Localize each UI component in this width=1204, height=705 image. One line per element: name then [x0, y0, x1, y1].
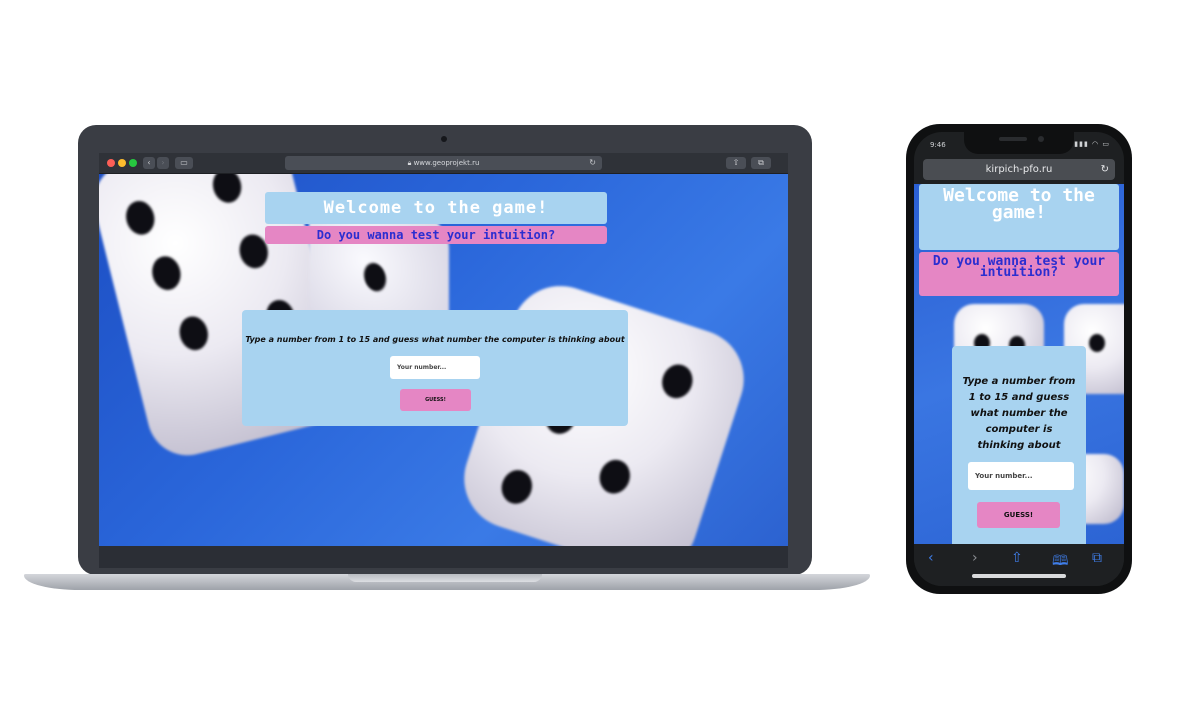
reload-icon[interactable]: ↻ — [589, 156, 596, 170]
maximize-window-button[interactable] — [129, 159, 137, 167]
chevron-right-icon[interactable]: › — [157, 157, 169, 169]
game-prompt: Type a number from 1 to 15 and guess wha… — [245, 335, 625, 344]
game-card: Type a number from 1 to 15 and guess wha… — [242, 310, 628, 426]
laptop-camera — [441, 136, 447, 142]
safari-toolbar: ‹ › ▭ 🔒︎ www.geoprojekt.ru ↻ ⇧ ⧉ — [99, 153, 788, 174]
laptop-bezel-bottom — [99, 546, 788, 568]
page-subtitle: Do you wanna test your intuition? — [265, 226, 607, 244]
home-indicator[interactable] — [972, 574, 1066, 578]
page-subtitle: Do you wanna test your intuition? — [919, 252, 1119, 296]
number-input[interactable] — [968, 462, 1074, 490]
game-prompt: Type a number from 1 to 15 and guess wha… — [962, 376, 1076, 451]
guess-button[interactable]: GUESS! — [977, 502, 1060, 528]
address-bar[interactable]: kirpich-pfo.ru ↻ — [923, 159, 1115, 180]
bookmarks-icon[interactable]: 🕮︎ — [1052, 550, 1069, 574]
safari-bottom-toolbar: ‹ › ⇧ 🕮︎ ⧉ — [914, 544, 1124, 586]
number-input[interactable] — [390, 356, 480, 379]
phone-speaker — [999, 137, 1027, 141]
game-card: Type a number from 1 to 15 and guess wha… — [952, 346, 1086, 544]
laptop-screen: ‹ › ▭ 🔒︎ www.geoprojekt.ru ↻ ⇧ ⧉ Welcome… — [99, 153, 788, 546]
guess-button[interactable]: GUESS! — [400, 389, 471, 411]
tabs-icon[interactable]: ⧉ — [751, 157, 771, 169]
chevron-left-icon[interactable]: ‹ — [928, 550, 934, 566]
phone-notch — [964, 132, 1074, 154]
chevron-right-icon[interactable]: › — [972, 550, 978, 566]
address-bar-url: kirpich-pfo.ru — [985, 164, 1053, 175]
share-icon[interactable]: ⇧ — [726, 157, 746, 169]
phone-camera — [1038, 136, 1044, 142]
game-page: Welcome to the game! Do you wanna test y… — [914, 184, 1124, 544]
chevron-left-icon[interactable]: ‹ — [143, 157, 155, 169]
phone-screen: 9:46 ▮▮▮ ◠ ▭ kirpich-pfo.ru ↻ Welcome to… — [914, 132, 1124, 586]
reload-icon[interactable]: ↻ — [1101, 159, 1109, 180]
sidebar-icon[interactable]: ▭ — [175, 157, 193, 169]
share-icon[interactable]: ⇧ — [1011, 550, 1023, 566]
tabs-icon[interactable]: ⧉ — [1092, 550, 1102, 566]
status-icons: ▮▮▮ ◠ ▭ — [1074, 140, 1110, 148]
page-title: Welcome to the game! — [919, 184, 1119, 250]
page-title: Welcome to the game! — [265, 192, 607, 224]
status-time: 9:46 — [930, 141, 946, 149]
game-page: Welcome to the game! Do you wanna test y… — [99, 174, 788, 546]
minimize-window-button[interactable] — [118, 159, 126, 167]
address-bar[interactable]: 🔒︎ www.geoprojekt.ru ↻ — [285, 156, 602, 170]
lock-icon: 🔒︎ — [407, 159, 412, 167]
laptop-base-notch — [348, 574, 542, 582]
close-window-button[interactable] — [107, 159, 115, 167]
address-bar-url: www.geoprojekt.ru — [413, 159, 480, 167]
